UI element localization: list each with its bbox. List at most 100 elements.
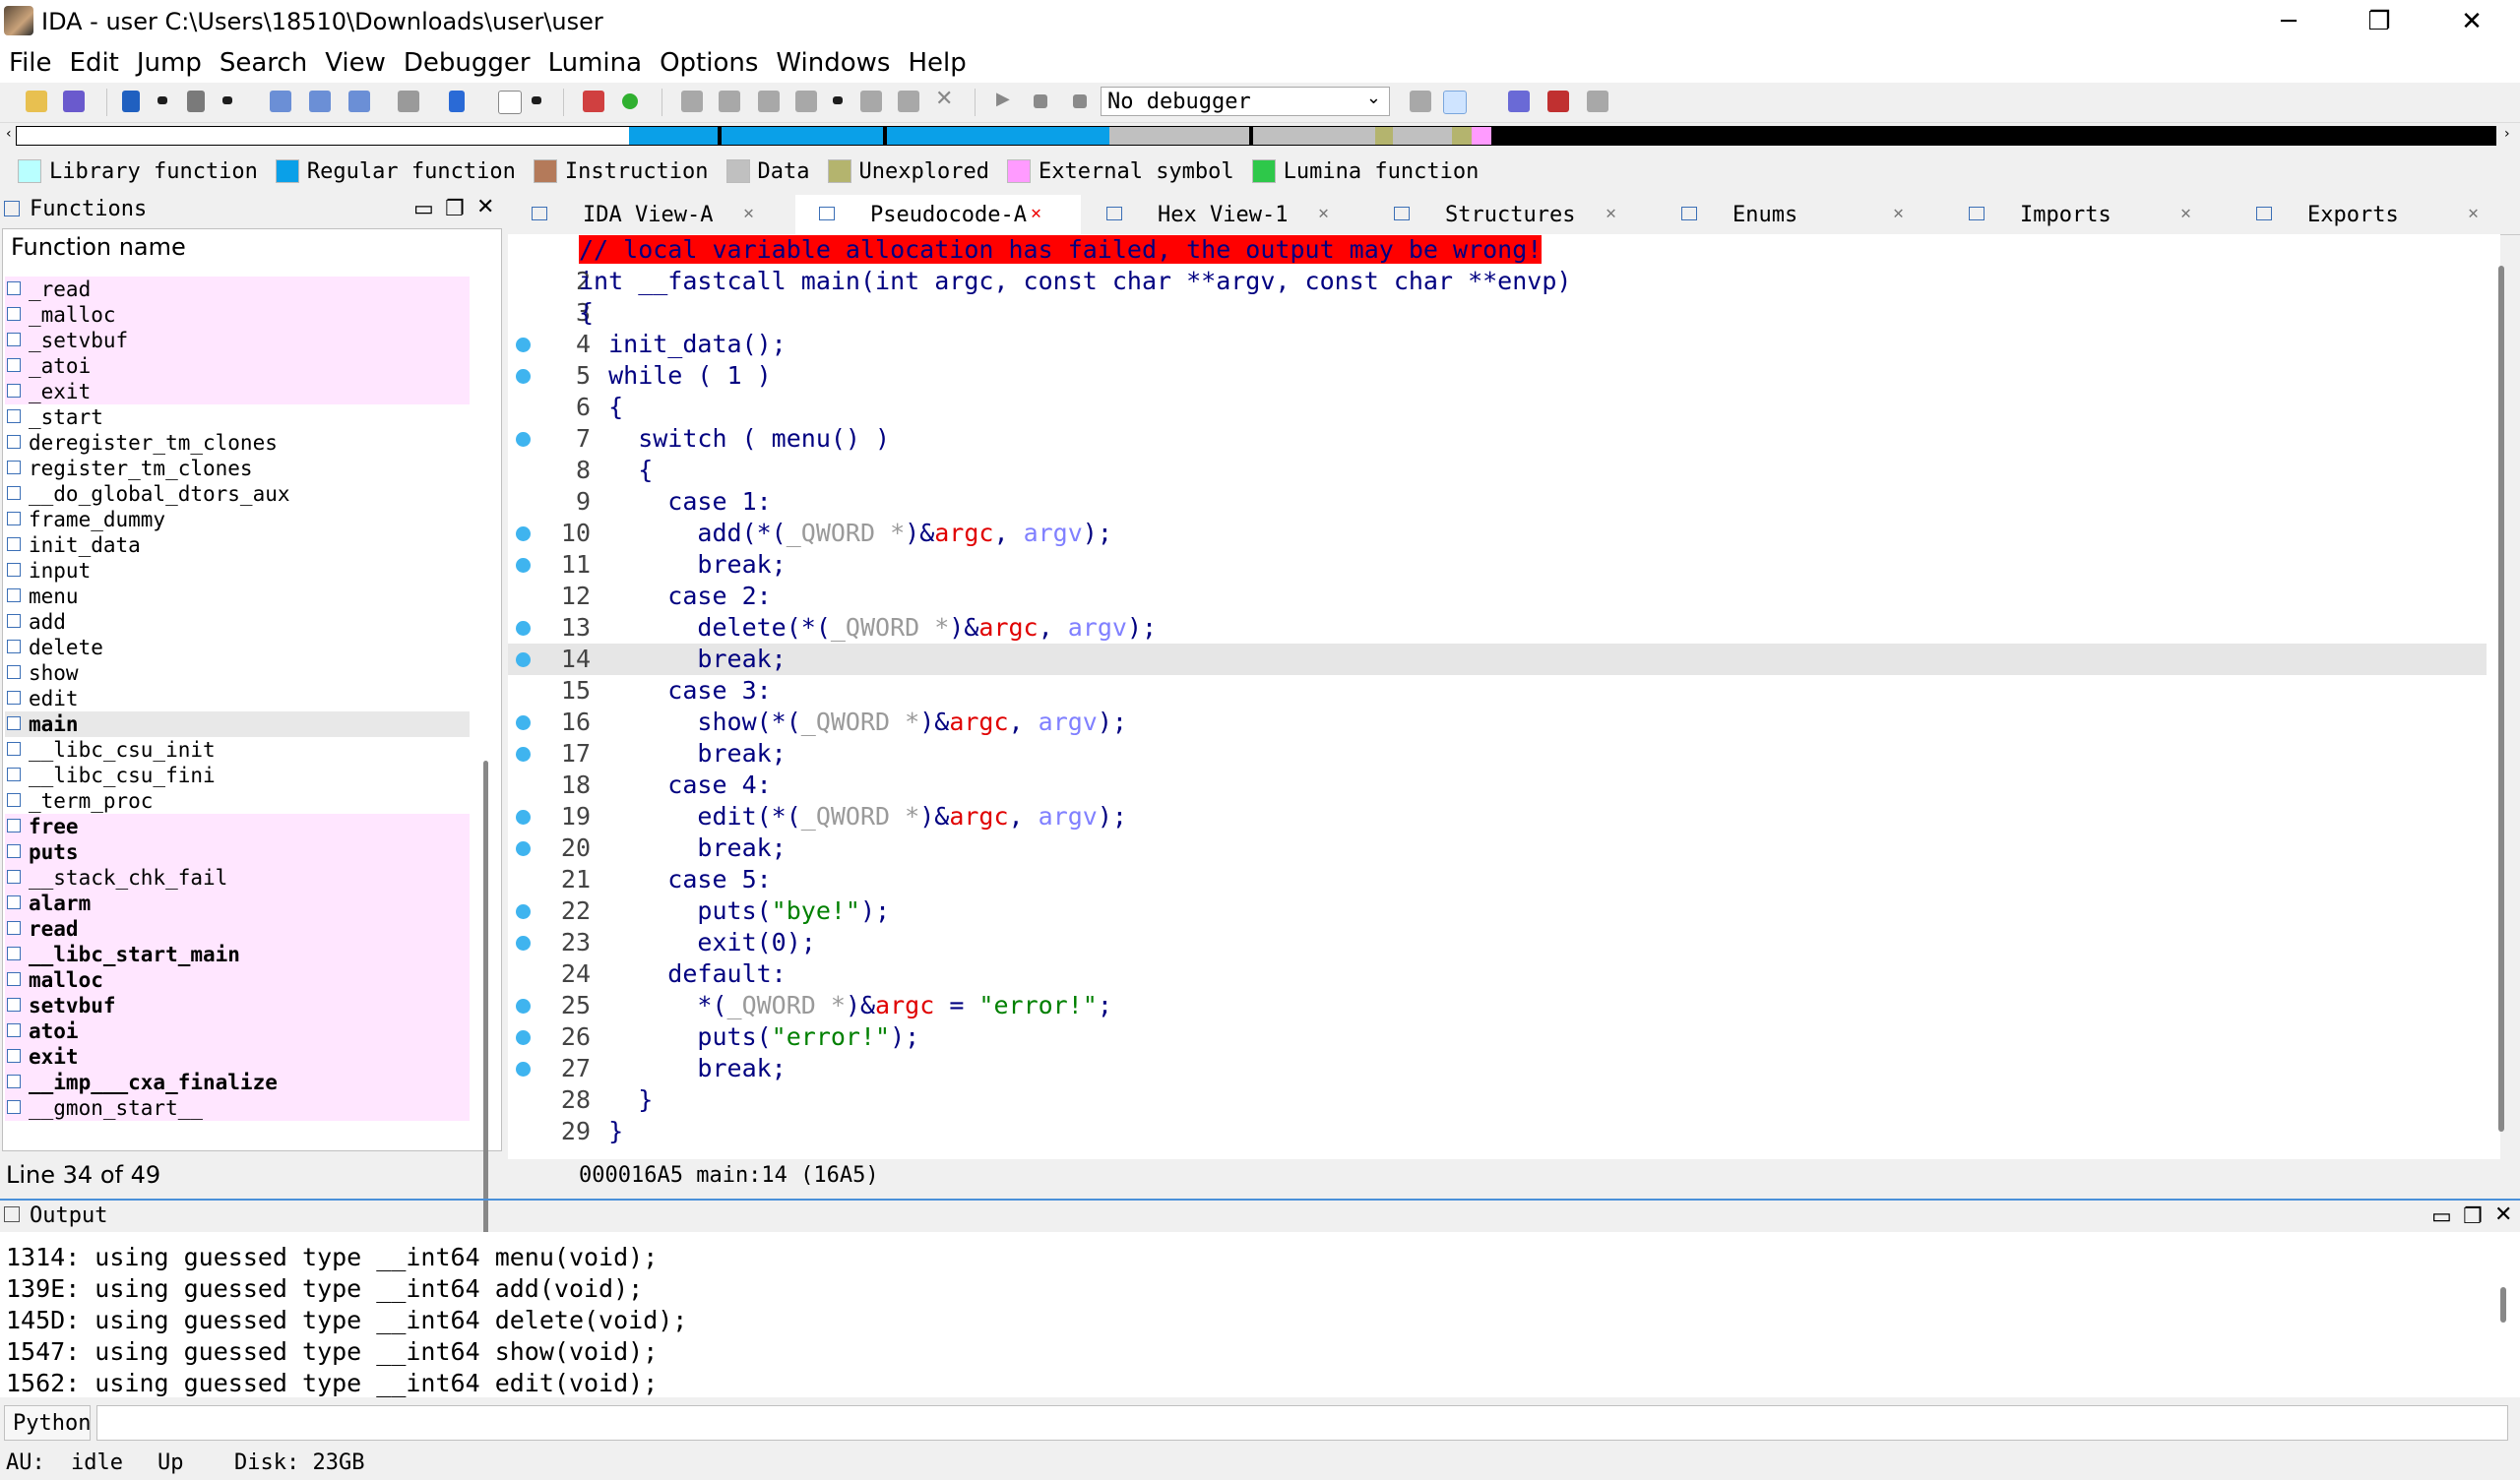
minimize-button[interactable]: ─ xyxy=(2244,0,2333,43)
code-line[interactable]: 25 *(_QWORD *)&argc = "error!"; xyxy=(508,990,2487,1021)
tab-hex-view-1[interactable]: Hex View-1 ✕ xyxy=(1083,195,1368,234)
save-icon[interactable] xyxy=(63,91,85,112)
code-line[interactable]: 21 case 5: xyxy=(508,864,2487,895)
menu-view[interactable]: View xyxy=(316,48,395,78)
sync-icon[interactable] xyxy=(1443,91,1467,114)
clipboard-icon[interactable] xyxy=(348,91,370,112)
code-line[interactable]: 22 puts("bye!"); xyxy=(508,895,2487,927)
tab-imports[interactable]: Imports ✕ xyxy=(1945,195,2231,234)
code-line[interactable]: 7 switch ( menu() ) xyxy=(508,423,2487,455)
function-row[interactable]: add xyxy=(5,609,470,635)
code-line[interactable]: 28 } xyxy=(508,1084,2487,1116)
function-row[interactable]: _exit xyxy=(5,379,470,404)
code-line[interactable]: 2 int __fastcall main(int argc, const cha… xyxy=(508,266,2487,297)
function-row[interactable]: delete xyxy=(5,635,470,660)
green-circle-icon[interactable] xyxy=(622,93,638,109)
function-row[interactable]: malloc xyxy=(5,967,470,993)
code-line[interactable]: 17 break; xyxy=(508,738,2487,770)
pseudocode-scrollbar[interactable] xyxy=(2498,266,2504,1132)
tab-enums[interactable]: Enums ✕ xyxy=(1658,195,1943,234)
code-line[interactable]: 9 case 1: xyxy=(508,486,2487,518)
play-icon[interactable]: ▶ xyxy=(996,89,1018,110)
add-breakpoint-icon[interactable] xyxy=(1547,91,1569,112)
code-line[interactable]: 16 show(*(_QWORD *)&argc, argv); xyxy=(508,707,2487,738)
paste-icon[interactable] xyxy=(309,91,331,112)
float-output-icon[interactable]: ❐ xyxy=(2463,1204,2483,1229)
function-row[interactable]: __libc_csu_init xyxy=(5,737,470,763)
open-icon[interactable] xyxy=(26,91,47,112)
menu-debugger[interactable]: Debugger xyxy=(395,48,539,78)
function-row[interactable]: atoi xyxy=(5,1018,470,1044)
functions-list[interactable]: Function name _read _malloc _setvbuf _atoi _… xyxy=(2,228,502,1322)
function-row[interactable]: menu xyxy=(5,584,470,609)
function-row[interactable]: __gmon_start__ xyxy=(5,1095,470,1121)
stop-icon[interactable] xyxy=(1073,94,1087,108)
forward-icon[interactable] xyxy=(187,91,205,112)
xref-icon[interactable] xyxy=(795,91,817,112)
code-line[interactable]: 19 edit(*(_QWORD *)&argc, argv); xyxy=(508,801,2487,832)
code-line[interactable]: 29 } xyxy=(508,1116,2487,1147)
pause-icon[interactable] xyxy=(1034,94,1047,108)
maximize-panel-icon[interactable]: ▭ xyxy=(413,197,434,221)
code-line[interactable]: 12 case 2: xyxy=(508,581,2487,612)
code-line[interactable]: 4 init_data(); xyxy=(508,329,2487,360)
tab-close-icon[interactable]: ✕ xyxy=(743,203,754,223)
function-row[interactable]: exit xyxy=(5,1044,470,1070)
tab-ida-view-a[interactable]: IDA View-A ✕ xyxy=(508,195,793,234)
restore-button[interactable]: ❐ xyxy=(2335,0,2424,43)
menu-file[interactable]: File xyxy=(0,48,61,78)
function-row[interactable]: _read xyxy=(5,277,470,302)
code-line[interactable]: 13 delete(*(_QWORD *)&argc, argv); xyxy=(508,612,2487,644)
tab-close-icon[interactable]: ✕ xyxy=(1893,203,1904,223)
navband-left-arrow-icon[interactable]: ‹ xyxy=(6,126,12,142)
navband-right-arrow-icon[interactable]: › xyxy=(2504,126,2510,142)
forward-dropdown-icon[interactable] xyxy=(222,96,232,104)
tab-close-icon[interactable]: ✕ xyxy=(1031,203,1041,223)
menu-edit[interactable]: Edit xyxy=(61,48,128,78)
menu-jump[interactable]: Jump xyxy=(128,48,211,78)
function-row[interactable]: show xyxy=(5,660,470,686)
tab-pseudocode-a[interactable]: Pseudocode-A ✕ xyxy=(795,195,1081,234)
pseudocode-view[interactable]: 1// local variable allocation has failed… xyxy=(508,234,2500,1159)
xref-dropdown-icon[interactable] xyxy=(833,96,843,104)
close-panel-icon[interactable]: ✕ xyxy=(476,195,494,219)
close-output-icon[interactable]: ✕ xyxy=(2494,1202,2512,1227)
function-row[interactable]: _setvbuf xyxy=(5,328,470,353)
function-row[interactable]: register_tm_clones xyxy=(5,456,470,481)
data-icon[interactable] xyxy=(719,91,740,112)
maximize-output-icon[interactable]: ▭ xyxy=(2431,1204,2452,1229)
code-line[interactable]: 8 { xyxy=(508,455,2487,486)
menu-windows[interactable]: Windows xyxy=(767,48,899,78)
breakpoint-list-icon[interactable] xyxy=(1508,91,1530,112)
output-scrollbar[interactable] xyxy=(2500,1287,2506,1323)
struct-icon[interactable] xyxy=(758,91,780,112)
function-row[interactable]: _term_proc xyxy=(5,788,470,814)
debugger-select[interactable]: No debugger ⌄ xyxy=(1101,87,1390,116)
binoculars-icon[interactable] xyxy=(398,91,419,112)
code-line[interactable]: 18 case 4: xyxy=(508,770,2487,801)
jump-up-icon[interactable] xyxy=(449,91,465,112)
code-line[interactable]: 23 exit(0); xyxy=(508,927,2487,958)
tab-close-icon[interactable]: ✕ xyxy=(2468,203,2479,223)
code-icon[interactable] xyxy=(681,91,703,112)
code-line[interactable]: 26 puts("error!"); xyxy=(508,1021,2487,1053)
function-row[interactable]: input xyxy=(5,558,470,584)
function-row[interactable]: edit xyxy=(5,686,470,711)
hex-icon[interactable] xyxy=(898,91,919,112)
function-row[interactable]: alarm xyxy=(5,891,470,916)
output-log[interactable]: 1314: using guessed type __int64 menu(vo… xyxy=(0,1232,2520,1397)
debug-option-icon[interactable] xyxy=(1410,91,1431,112)
code-line[interactable]: 10 add(*(_QWORD *)&argc, argv); xyxy=(508,518,2487,549)
text-view-icon[interactable] xyxy=(498,91,522,114)
tab-close-icon[interactable]: ✕ xyxy=(1318,203,1329,223)
python-button[interactable]: Python xyxy=(4,1405,91,1441)
copy-icon[interactable] xyxy=(270,91,291,112)
close-button[interactable]: ✕ xyxy=(2427,0,2516,43)
tab-structures[interactable]: Structures ✕ xyxy=(1370,195,1656,234)
code-line[interactable]: 14 break; xyxy=(508,644,2487,675)
code-line[interactable]: 20 break; xyxy=(508,832,2487,864)
graph-icon[interactable] xyxy=(583,91,604,112)
function-row[interactable]: frame_dummy xyxy=(5,507,470,532)
view-dropdown-icon[interactable] xyxy=(532,96,541,104)
remove-breakpoint-icon[interactable] xyxy=(1587,91,1608,112)
